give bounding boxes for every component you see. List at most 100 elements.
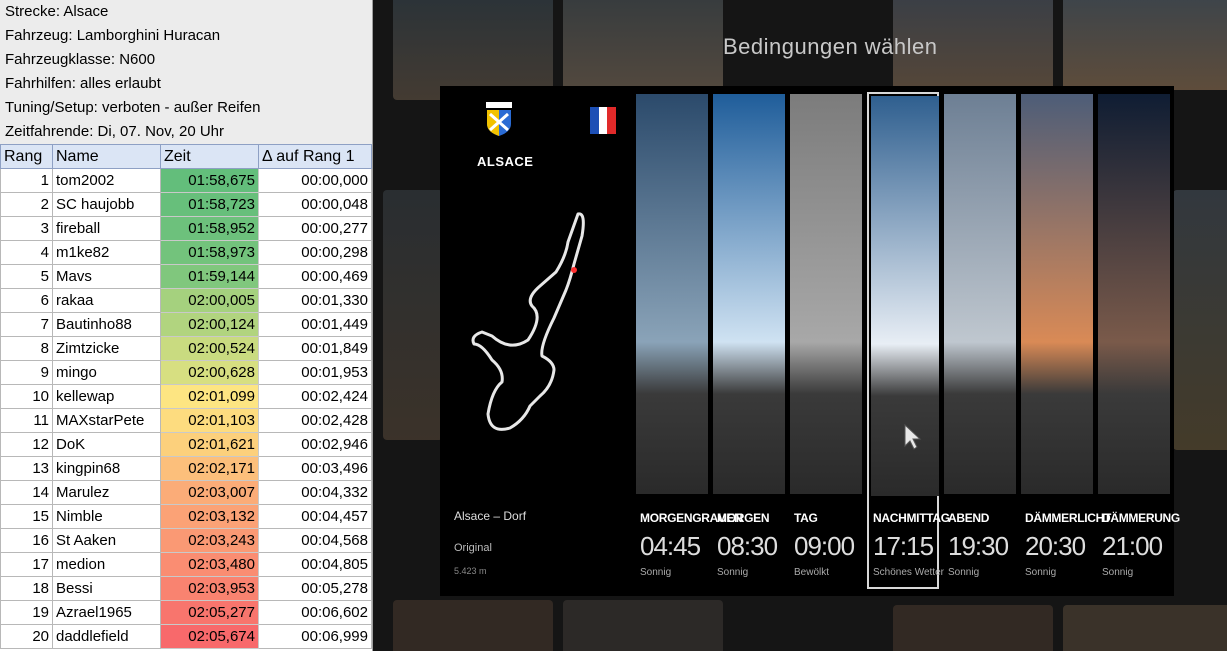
name-cell[interactable]: DoK (52, 432, 161, 457)
track-logo-text: ALSACE (477, 154, 534, 169)
rank-cell[interactable]: 7 (0, 312, 53, 337)
rank-cell[interactable]: 11 (0, 408, 53, 433)
time-slot-morgen[interactable]: MORGEN 08:30 Sonnig (713, 94, 785, 587)
header-delta[interactable]: Δ auf Rang 1 (258, 144, 372, 169)
time-cell[interactable]: 02:05,277 (160, 600, 259, 625)
rank-cell[interactable]: 10 (0, 384, 53, 409)
rank-cell[interactable]: 13 (0, 456, 53, 481)
name-cell[interactable]: fireball (52, 216, 161, 241)
name-cell[interactable]: Marulez (52, 480, 161, 505)
time-slot-nachmittag[interactable]: NACHMITTAG 17:15 Schönes Wetter (867, 92, 950, 589)
name-cell[interactable]: Mavs (52, 264, 161, 289)
name-cell[interactable]: Azrael1965 (52, 600, 161, 625)
delta-cell[interactable]: 00:00,000 (258, 168, 372, 193)
delta-cell[interactable]: 00:00,048 (258, 192, 372, 217)
time-cell[interactable]: 01:58,952 (160, 216, 259, 241)
name-cell[interactable]: mingo (52, 360, 161, 385)
time-cell[interactable]: 01:58,973 (160, 240, 259, 265)
time-cell[interactable]: 01:59,144 (160, 264, 259, 289)
time-cell[interactable]: 02:00,124 (160, 312, 259, 337)
name-cell[interactable]: rakaa (52, 288, 161, 313)
rank-cell[interactable]: 4 (0, 240, 53, 265)
info-vehicle-class[interactable]: Fahrzeugklasse: N600 (0, 48, 372, 72)
time-cell[interactable]: 02:02,171 (160, 456, 259, 481)
delta-cell[interactable]: 00:01,849 (258, 336, 372, 361)
delta-cell[interactable]: 00:03,496 (258, 456, 372, 481)
name-cell[interactable]: kingpin68 (52, 456, 161, 481)
name-cell[interactable]: MAXstarPete (52, 408, 161, 433)
rank-cell[interactable]: 19 (0, 600, 53, 625)
rank-cell[interactable]: 20 (0, 624, 53, 649)
rank-cell[interactable]: 8 (0, 336, 53, 361)
rank-cell[interactable]: 18 (0, 576, 53, 601)
name-cell[interactable]: St Aaken (52, 528, 161, 553)
info-vehicle[interactable]: Fahrzeug: Lamborghini Huracan (0, 24, 372, 48)
time-cell[interactable]: 02:00,628 (160, 360, 259, 385)
delta-cell[interactable]: 00:02,946 (258, 432, 372, 457)
delta-cell[interactable]: 00:02,428 (258, 408, 372, 433)
name-cell[interactable]: m1ke82 (52, 240, 161, 265)
time-cell[interactable]: 02:03,243 (160, 528, 259, 553)
table-row: 13 kingpin68 02:02,171 00:03,496 (0, 456, 372, 481)
time-slot-dämmerung[interactable]: DÄMMERUNG 21:00 Sonnig (1098, 94, 1180, 587)
time-cell[interactable]: 02:03,007 (160, 480, 259, 505)
name-cell[interactable]: Nimble (52, 504, 161, 529)
time-cell[interactable]: 02:03,953 (160, 576, 259, 601)
delta-cell[interactable]: 00:06,999 (258, 624, 372, 649)
name-cell[interactable]: daddlefield (52, 624, 161, 649)
rank-cell[interactable]: 3 (0, 216, 53, 241)
delta-cell[interactable]: 00:02,424 (258, 384, 372, 409)
name-cell[interactable]: SC haujobb (52, 192, 161, 217)
name-cell[interactable]: Zimtzicke (52, 336, 161, 361)
time-cell[interactable]: 02:00,524 (160, 336, 259, 361)
delta-cell[interactable]: 00:01,953 (258, 360, 372, 385)
name-cell[interactable]: medion (52, 552, 161, 577)
time-cell[interactable]: 02:00,005 (160, 288, 259, 313)
name-cell[interactable]: tom2002 (52, 168, 161, 193)
name-cell[interactable]: Bautinho88 (52, 312, 161, 337)
delta-cell[interactable]: 00:00,298 (258, 240, 372, 265)
delta-cell[interactable]: 00:01,330 (258, 288, 372, 313)
table-row: 18 Bessi 02:03,953 00:05,278 (0, 576, 372, 601)
time-cell[interactable]: 01:58,723 (160, 192, 259, 217)
name-cell[interactable]: Bessi (52, 576, 161, 601)
rank-cell[interactable]: 16 (0, 528, 53, 553)
time-cell[interactable]: 02:01,099 (160, 384, 259, 409)
time-slot-dämmerlicht[interactable]: DÄMMERLICHT 20:30 Sonnig (1021, 94, 1111, 587)
header-rank[interactable]: Rang (0, 144, 53, 169)
info-tuning[interactable]: Tuning/Setup: verboten - außer Reifen (0, 96, 372, 120)
rank-cell[interactable]: 2 (0, 192, 53, 217)
time-cell[interactable]: 02:03,480 (160, 552, 259, 577)
delta-cell[interactable]: 00:00,469 (258, 264, 372, 289)
time-cell[interactable]: 02:05,674 (160, 624, 259, 649)
rank-cell[interactable]: 5 (0, 264, 53, 289)
rank-cell[interactable]: 15 (0, 504, 53, 529)
rank-cell[interactable]: 14 (0, 480, 53, 505)
time-slot-abend[interactable]: ABEND 19:30 Sonnig (944, 94, 1016, 587)
rank-cell[interactable]: 17 (0, 552, 53, 577)
info-track[interactable]: Strecke: Alsace (0, 0, 372, 24)
time-cell[interactable]: 02:01,621 (160, 432, 259, 457)
info-time-trial-end[interactable]: Zeitfahrende: Di, 07. Nov, 20 Uhr (0, 120, 372, 144)
time-slot-morgengrauen[interactable]: MORGENGRAUEN 04:45 Sonnig (636, 94, 743, 587)
delta-cell[interactable]: 00:00,277 (258, 216, 372, 241)
time-cell[interactable]: 02:01,103 (160, 408, 259, 433)
rank-cell[interactable]: 6 (0, 288, 53, 313)
rank-cell[interactable]: 1 (0, 168, 53, 193)
delta-cell[interactable]: 00:04,332 (258, 480, 372, 505)
delta-cell[interactable]: 00:04,457 (258, 504, 372, 529)
time-cell[interactable]: 01:58,675 (160, 168, 259, 193)
info-assists[interactable]: Fahrhilfen: alles erlaubt (0, 72, 372, 96)
header-time[interactable]: Zeit (160, 144, 259, 169)
delta-cell[interactable]: 00:05,278 (258, 576, 372, 601)
rank-cell[interactable]: 12 (0, 432, 53, 457)
header-name[interactable]: Name (52, 144, 161, 169)
delta-cell[interactable]: 00:06,602 (258, 600, 372, 625)
delta-cell[interactable]: 00:04,568 (258, 528, 372, 553)
delta-cell[interactable]: 00:04,805 (258, 552, 372, 577)
delta-cell[interactable]: 00:01,449 (258, 312, 372, 337)
time-slot-tag[interactable]: TAG 09:00 Bewölkt (790, 94, 862, 587)
rank-cell[interactable]: 9 (0, 360, 53, 385)
name-cell[interactable]: kellewap (52, 384, 161, 409)
time-cell[interactable]: 02:03,132 (160, 504, 259, 529)
